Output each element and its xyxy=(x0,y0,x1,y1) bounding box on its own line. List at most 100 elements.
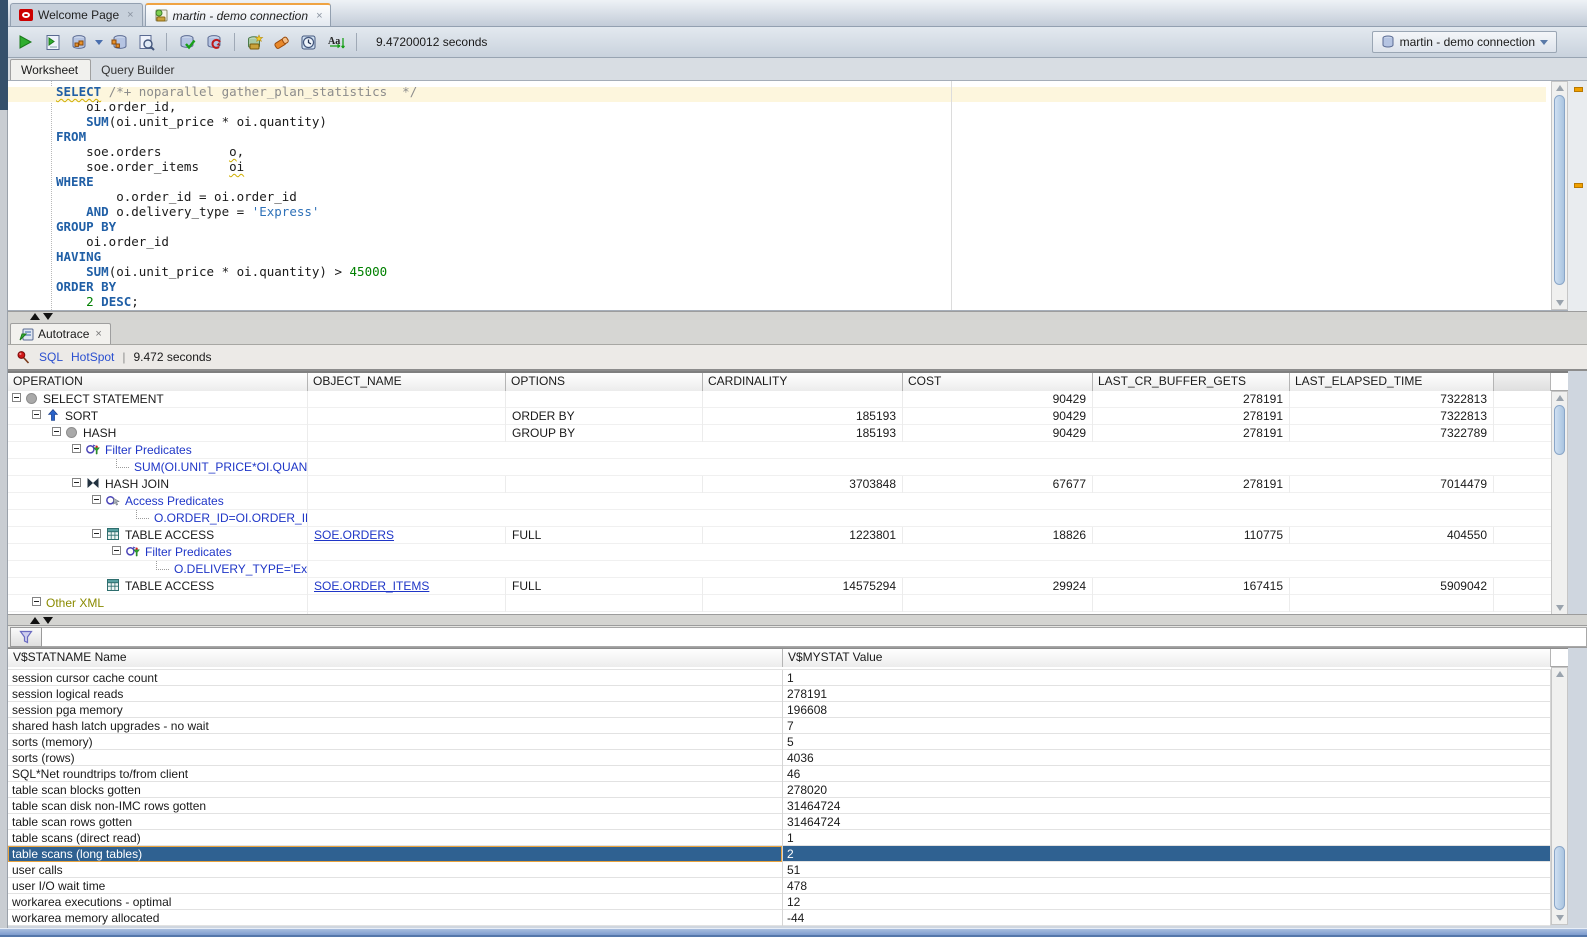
scroll-down-icon[interactable] xyxy=(1556,915,1564,921)
code-line[interactable]: WHERE xyxy=(56,174,1528,189)
code-line[interactable]: oi.order_id xyxy=(56,234,1528,249)
plan-tree-row[interactable]: HASH JOIN3703848676772781917014479 xyxy=(8,476,1551,493)
stats-row[interactable]: sorts (memory)5 xyxy=(8,734,1551,750)
run-statement-button[interactable] xyxy=(14,31,36,53)
plan-column-header[interactable]: COST xyxy=(903,373,1093,391)
code-line[interactable]: SELECT /*+ noparallel gather_plan_statis… xyxy=(56,84,1528,99)
filter-button[interactable] xyxy=(10,627,42,647)
editor-autotrace-splitter[interactable] xyxy=(8,311,1587,320)
editor-code[interactable]: SELECT /*+ noparallel gather_plan_statis… xyxy=(56,84,1528,310)
stats-row[interactable]: table scan blocks gotten278020 xyxy=(8,782,1551,798)
stats-row[interactable]: user I/O wait time478 xyxy=(8,878,1551,894)
warning-marker[interactable] xyxy=(1574,183,1583,188)
collapse-up-icon[interactable] xyxy=(30,617,40,624)
plan-column-header[interactable]: LAST_CR_BUFFER_GETS xyxy=(1093,373,1290,391)
code-line[interactable]: o.order_id = oi.order_id xyxy=(56,189,1528,204)
connection-selector[interactable]: martin - demo connection xyxy=(1372,31,1557,53)
filter-input[interactable] xyxy=(42,627,1587,647)
scrollbar-thumb[interactable] xyxy=(1554,846,1565,910)
plan-header-filler[interactable] xyxy=(1494,373,1551,391)
plan-tree-row[interactable]: Filter Predicates xyxy=(8,442,1551,459)
code-line[interactable]: 2 DESC; xyxy=(56,294,1528,309)
plan-tree-row[interactable]: O.DELIVERY_TYPE='Express' xyxy=(8,561,1551,578)
tree-collapse-icon[interactable] xyxy=(52,427,61,436)
tree-collapse-icon[interactable] xyxy=(12,393,21,402)
code-line[interactable]: soe.order_items oi xyxy=(56,159,1528,174)
stats-row[interactable]: table scan disk non-IMC rows gotten31464… xyxy=(8,798,1551,814)
close-icon[interactable]: × xyxy=(316,10,322,22)
plan-tree-row[interactable]: Other XML xyxy=(8,595,1551,612)
plan-vertical-scrollbar[interactable] xyxy=(1551,391,1568,615)
rollback-button[interactable] xyxy=(203,31,225,53)
stats-column-header[interactable]: V$STATNAME Name xyxy=(8,649,783,667)
scroll-down-icon[interactable] xyxy=(1556,605,1564,611)
collapse-down-icon[interactable] xyxy=(43,313,53,320)
tab-autotrace[interactable]: Autotrace × xyxy=(10,323,111,344)
tree-collapse-icon[interactable] xyxy=(72,444,81,453)
plan-tree-row[interactable]: O.ORDER_ID=OI.ORDER_ID xyxy=(8,510,1551,527)
plan-column-header[interactable]: OBJECT_NAME xyxy=(308,373,506,391)
plan-column-header[interactable]: LAST_ELAPSED_TIME xyxy=(1290,373,1494,391)
scrollbar-thumb[interactable] xyxy=(1554,95,1565,285)
scroll-up-icon[interactable] xyxy=(1556,85,1564,91)
object-name-link[interactable]: SOE.ORDER_ITEMS xyxy=(314,579,429,593)
change-case-button[interactable]: Aa xyxy=(325,31,347,53)
stats-row[interactable]: session logical reads278191 xyxy=(8,686,1551,702)
autotrace-button[interactable] xyxy=(68,31,90,53)
plan-tree-row[interactable]: SORTORDER BY185193904292781917322813 xyxy=(8,408,1551,425)
plan-column-header[interactable]: OPERATION xyxy=(8,373,308,391)
sql-editor[interactable]: SELECT /*+ noparallel gather_plan_statis… xyxy=(8,81,1568,311)
code-line[interactable]: ORDER BY xyxy=(56,279,1528,294)
close-icon[interactable]: × xyxy=(127,9,133,21)
tab-query-builder[interactable]: Query Builder xyxy=(91,60,186,80)
commit-button[interactable] xyxy=(176,31,198,53)
plan-tree-row[interactable]: SELECT STATEMENT904292781917322813 xyxy=(8,391,1551,408)
stats-row[interactable]: table scans (long tables)2 xyxy=(8,846,1551,862)
plan-column-header[interactable]: OPTIONS xyxy=(506,373,703,391)
code-line[interactable]: soe.orders o, xyxy=(56,144,1528,159)
plan-stats-splitter[interactable] xyxy=(8,614,1587,626)
unshared-worksheet-button[interactable] xyxy=(244,31,266,53)
stats-row[interactable]: table scans (direct read)1 xyxy=(8,830,1551,846)
tab-worksheet[interactable]: Worksheet xyxy=(10,59,91,80)
plan-tree-row[interactable]: SUM(OI.UNIT_PRICE*OI.QUANTITY)>45000 xyxy=(8,459,1551,476)
code-line[interactable]: AND o.delivery_type = 'Express' xyxy=(56,204,1528,219)
sql-history-button[interactable] xyxy=(298,31,320,53)
stats-row[interactable]: user calls51 xyxy=(8,862,1551,878)
hotspot-link[interactable]: HotSpot xyxy=(71,350,114,364)
scroll-up-icon[interactable] xyxy=(1556,395,1564,401)
pin-icon[interactable] xyxy=(16,350,31,365)
plan-tree-row[interactable]: HASHGROUP BY185193904292781917322789 xyxy=(8,425,1551,442)
stats-row[interactable]: workarea executions - optimal12 xyxy=(8,894,1551,910)
scroll-down-icon[interactable] xyxy=(1556,300,1564,306)
object-name-link[interactable]: SOE.ORDERS xyxy=(314,528,394,542)
clear-button[interactable] xyxy=(271,31,293,53)
plan-tree-row[interactable]: Access Predicates xyxy=(8,493,1551,510)
code-line[interactable]: FROM xyxy=(56,129,1528,144)
plan-column-header[interactable]: CARDINALITY xyxy=(703,373,903,391)
tree-collapse-icon[interactable] xyxy=(32,410,41,419)
tree-collapse-icon[interactable] xyxy=(32,597,41,606)
stats-row[interactable]: shared hash latch upgrades - no wait7 xyxy=(8,718,1551,734)
explain-plan-button[interactable] xyxy=(108,31,130,53)
tab-worksheet-connection[interactable]: martin - demo connection × xyxy=(145,3,332,26)
sql-link[interactable]: SQL xyxy=(39,350,63,364)
tree-collapse-icon[interactable] xyxy=(72,478,81,487)
stats-row[interactable]: session pga memory196608 xyxy=(8,702,1551,718)
tree-collapse-icon[interactable] xyxy=(112,546,121,555)
warning-marker[interactable] xyxy=(1574,87,1583,92)
code-line[interactable]: SUM(oi.unit_price * oi.quantity) xyxy=(56,114,1528,129)
plan-tree-row[interactable]: Filter Predicates xyxy=(8,544,1551,561)
stats-row[interactable]: workarea memory allocated-44 xyxy=(8,910,1551,926)
code-line[interactable]: SUM(oi.unit_price * oi.quantity) > 45000 xyxy=(56,264,1528,279)
close-icon[interactable]: × xyxy=(95,328,101,340)
stats-row[interactable]: table scan rows gotten31464724 xyxy=(8,814,1551,830)
tab-welcome-page[interactable]: Welcome Page × xyxy=(10,3,143,26)
stats-row[interactable]: SQL*Net roundtrips to/from client46 xyxy=(8,766,1551,782)
sql-tuning-advisor-button[interactable] xyxy=(135,31,157,53)
plan-tree-row[interactable]: TABLE ACCESSSOE.ORDER_ITEMSFULL145752942… xyxy=(8,578,1551,595)
stats-row[interactable]: sorts (rows)4036 xyxy=(8,750,1551,766)
stats-column-header[interactable]: V$MYSTAT Value xyxy=(783,649,1551,667)
code-line[interactable]: GROUP BY xyxy=(56,219,1528,234)
stats-row[interactable]: session cursor cache count1 xyxy=(8,670,1551,686)
